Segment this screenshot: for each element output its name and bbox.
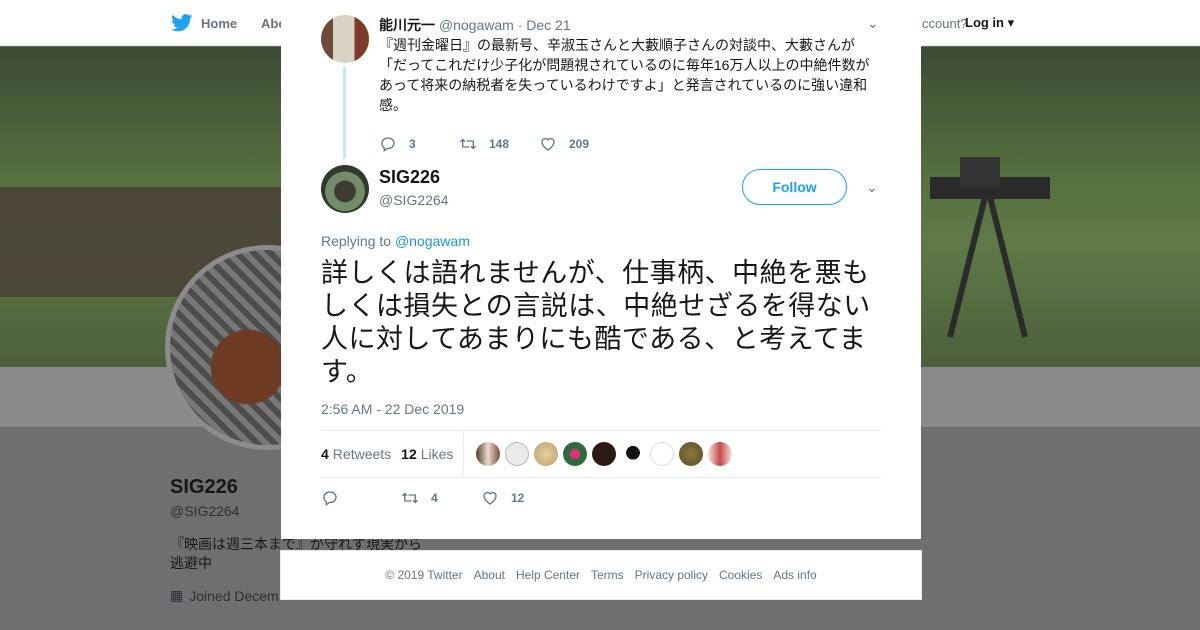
banner-machine-gun-image — [930, 157, 1050, 338]
likes-stat[interactable]: 12 Likes — [401, 446, 453, 462]
parent-retweet-button[interactable]: 148 — [459, 135, 539, 153]
retweet-icon — [402, 492, 418, 504]
likes-stat-label: Likes — [420, 446, 454, 462]
heart-icon — [483, 491, 497, 505]
twitter-bird-icon — [171, 14, 193, 32]
caret-down-icon: ▾ — [1007, 15, 1015, 30]
likers-avatars — [476, 442, 733, 466]
parent-avatar[interactable] — [321, 15, 369, 63]
retweets-stat-count: 4 — [321, 446, 329, 462]
retweet-icon — [460, 138, 476, 150]
parent-header: 能川元一 @nogawam · Dec 21 — [379, 15, 571, 35]
liker-avatar[interactable] — [650, 442, 675, 466]
chevron-down-icon[interactable]: ⌄ — [866, 179, 878, 196]
retweet-button[interactable]: 4 — [401, 489, 481, 507]
thread-line — [343, 67, 346, 159]
parent-retweet-count: 148 — [489, 137, 510, 151]
heart-icon — [541, 137, 555, 151]
parent-reply-button[interactable]: 3 — [379, 135, 459, 153]
liker-avatar[interactable] — [679, 442, 704, 466]
main-avatar[interactable] — [321, 165, 369, 213]
footer-link-privacy-policy[interactable]: Privacy policy — [635, 568, 708, 582]
like-button[interactable]: 12 — [481, 489, 561, 507]
liker-avatar[interactable] — [505, 442, 530, 466]
nav-account-text: ccount? — [922, 16, 968, 31]
replying-prefix: Replying to — [321, 233, 392, 249]
parent-like-count: 209 — [569, 137, 590, 151]
parent-date[interactable]: · Dec 21 — [518, 17, 571, 33]
profile-joined-text: Joined Decem — [189, 587, 279, 604]
main-author-name[interactable]: SIG226 — [379, 167, 440, 188]
retweets-stat[interactable]: 4 Retweets — [321, 446, 391, 462]
footer-link-terms[interactable]: Terms — [591, 568, 624, 582]
close-icon[interactable]: ✕ — [1153, 9, 1179, 39]
main-tweet-text: 詳しくは語れませんが、仕事柄、中絶を悪もしくは損失との言説は、中絶せざるを得ない… — [321, 258, 871, 387]
main-author-handle[interactable]: @SIG2264 — [379, 192, 448, 208]
tweet-timestamp[interactable]: 2:56 AM - 22 Dec 2019 — [321, 401, 464, 417]
nav-home[interactable]: Home — [171, 14, 237, 32]
tweet-modal: 能川元一 @nogawam · Dec 21 ⌄ 『週刊金曜日』の最新号、辛淑玉… — [281, 3, 921, 539]
tweet-stats: 4 Retweets 12 Likes — [321, 430, 881, 478]
retweet-action-count: 4 — [431, 491, 438, 505]
nav-home-label: Home — [201, 15, 238, 31]
liker-avatar[interactable] — [476, 442, 501, 466]
footer-link-ads-info[interactable]: Ads info — [773, 568, 816, 582]
footer: © 2019 Twitter About Help Center Terms P… — [280, 550, 922, 600]
footer-link-cookies[interactable]: Cookies — [719, 568, 762, 582]
reply-icon — [323, 491, 337, 507]
follow-button[interactable]: Follow — [742, 169, 847, 205]
footer-link-help-center[interactable]: Help Center — [516, 568, 580, 582]
liker-avatar[interactable] — [621, 442, 646, 466]
replying-to: Replying to @nogawam — [321, 233, 470, 249]
login-label: Log in — [965, 15, 1004, 30]
parent-author-name[interactable]: 能川元一 — [379, 17, 435, 33]
login-button[interactable]: Log in ▾ — [965, 15, 1014, 31]
like-action-count: 12 — [511, 491, 525, 505]
profile-name: SIG226 — [170, 476, 238, 498]
parent-author-handle[interactable]: @nogawam — [439, 17, 514, 33]
liker-avatar[interactable] — [563, 442, 588, 466]
retweets-stat-label: Retweets — [332, 446, 392, 462]
main-actions: 4 12 — [321, 489, 561, 507]
stats-counts: 4 Retweets 12 Likes — [321, 430, 465, 478]
reply-button[interactable] — [321, 489, 401, 507]
parent-like-button[interactable]: 209 — [539, 135, 619, 153]
profile-handle: @SIG2264 — [170, 503, 240, 519]
likes-stat-count: 12 — [401, 446, 417, 462]
calendar-icon: ▦ — [170, 587, 184, 603]
liker-avatar[interactable] — [708, 442, 733, 466]
liker-avatar[interactable] — [592, 442, 617, 466]
chevron-down-icon[interactable]: ⌄ — [867, 15, 879, 32]
reply-icon — [381, 137, 395, 153]
parent-reply-count: 3 — [409, 137, 416, 151]
replying-handle-link[interactable]: @nogawam — [395, 233, 470, 249]
liker-avatar[interactable] — [534, 442, 559, 466]
footer-copyright: © 2019 Twitter — [385, 568, 463, 582]
profile-joined: ▦ Joined Decem — [170, 587, 279, 604]
parent-tweet-text: 『週刊金曜日』の最新号、辛淑玉さんと大藪順子さんの対談中、大藪さんが「だってこれ… — [379, 37, 870, 113]
footer-link-about[interactable]: About — [474, 568, 505, 582]
parent-actions: 3 148 209 — [379, 135, 619, 153]
